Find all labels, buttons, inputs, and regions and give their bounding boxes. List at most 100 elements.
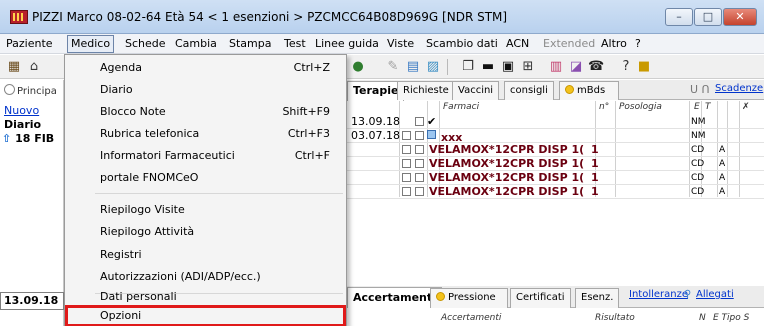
copy-icon[interactable]: ❐: [460, 59, 476, 75]
tab-pressione-label: Pressione: [448, 292, 496, 303]
menu-item-portale-fnomceo[interactable]: portale FNOMCeO: [65, 167, 346, 189]
notes-icon[interactable]: ◪: [568, 59, 584, 75]
menu-item-label: Informatori Farmaceutici: [100, 149, 235, 162]
menu-extended[interactable]: Extended: [540, 36, 598, 52]
menu-altro[interactable]: Altro: [598, 36, 630, 52]
phone-icon[interactable]: ☎: [588, 59, 604, 75]
date-entry-label: 18 FIB: [15, 132, 55, 145]
printer-icon[interactable]: ▣: [500, 59, 516, 75]
menu-item-blocco-note[interactable]: Blocco Note Shift+F9: [65, 101, 346, 123]
bank-icon[interactable]: ⌂: [26, 59, 42, 75]
tab-certificati[interactable]: Certificati: [510, 288, 571, 308]
money-bag-icon[interactable]: ●: [350, 59, 366, 75]
table-row[interactable]: VELAMOX*12CPR DISP 1( 1 CD A: [347, 157, 764, 171]
menu-item-riepilogo-attivita[interactable]: Riepilogo Attività: [65, 221, 346, 243]
menu-linee-guida[interactable]: Linee guida: [312, 36, 382, 52]
table-row[interactable]: VELAMOX*12CPR DISP 1( 1 CD A: [347, 143, 764, 157]
row-checkbox[interactable]: [415, 117, 424, 126]
table-row[interactable]: 03.07.18 xxx NM: [347, 129, 764, 144]
nuovo-link[interactable]: Nuovo: [4, 104, 39, 117]
tab-terapie[interactable]: Terapie: [347, 81, 405, 101]
table-row[interactable]: 13.09.18 ✔ NM: [347, 115, 764, 129]
menu-viste[interactable]: Viste: [384, 36, 417, 52]
menu-item-label: Diario: [100, 83, 133, 96]
exam-grid-header: Accertamenti Risultato N E Tipo S: [347, 312, 764, 326]
header-risultato: Risultato: [595, 313, 635, 323]
left-panel: Principa Nuovo Diario ⇧ 18 FIB 13.09.18: [0, 80, 64, 326]
menu-item-opzioni[interactable]: Opzioni: [65, 305, 346, 326]
network-icon[interactable]: ⊞: [520, 59, 536, 75]
tab-mbds[interactable]: mBds: [559, 81, 619, 100]
row-checkbox[interactable]: [415, 159, 424, 168]
row-checkbox[interactable]: [415, 173, 424, 182]
tab-esenz[interactable]: Esenz.: [575, 288, 620, 308]
scadenze-link[interactable]: Scadenze: [715, 83, 763, 94]
row-checkbox[interactable]: [402, 131, 411, 140]
row-code: NM: [691, 117, 706, 127]
date-entry[interactable]: ⇧ 18 FIB: [2, 132, 54, 145]
menu-item-label: Riepilogo Attività: [100, 225, 195, 238]
date-field[interactable]: 13.09.18: [0, 292, 64, 310]
menu-item-rubrica-telefonica[interactable]: Rubrica telefonica Ctrl+F3: [65, 123, 346, 145]
row-checkbox[interactable]: [415, 187, 424, 196]
allegati-link[interactable]: Allegati: [696, 289, 734, 300]
menu-item-label: Agenda: [100, 61, 142, 74]
tab-consigli[interactable]: consigli: [504, 81, 554, 100]
menu-help[interactable]: ?: [632, 36, 644, 52]
close-button[interactable]: ✕: [723, 8, 757, 26]
table-row[interactable]: VELAMOX*12CPR DISP 1( 1 CD A: [347, 185, 764, 199]
menu-test[interactable]: Test: [281, 36, 309, 52]
tab-pressione[interactable]: Pressione: [430, 288, 508, 308]
therapy-tabs: Terapie Richieste Vaccini consigli mBds …: [347, 80, 764, 101]
intolleranze-link[interactable]: Intolleranze: [629, 289, 688, 300]
title-bar: PIZZI Marco 08-02-64 Età 54 < 1 esenzion…: [0, 0, 764, 34]
menu-paziente[interactable]: Paziente: [3, 36, 56, 52]
menu-cambia[interactable]: Cambia: [172, 36, 220, 52]
image-icon[interactable]: ▨: [425, 59, 441, 75]
pen-icon[interactable]: ✎: [385, 59, 401, 75]
table-row[interactable]: VELAMOX*12CPR DISP 1( 1 CD A: [347, 171, 764, 185]
row-checkbox[interactable]: [402, 145, 411, 154]
menu-stampa[interactable]: Stampa: [226, 36, 274, 52]
menu-medico[interactable]: Medico: [67, 35, 115, 53]
window-title: PIZZI Marco 08-02-64 Età 54 < 1 esenzion…: [32, 10, 508, 24]
minimize-button[interactable]: –: [665, 8, 693, 26]
row-checkbox[interactable]: [402, 187, 411, 196]
menu-item-diario[interactable]: Diario: [65, 79, 346, 101]
row-checkbox[interactable]: [415, 131, 424, 140]
principale-radio[interactable]: Principa: [4, 84, 57, 97]
maximize-button[interactable]: □: [694, 8, 722, 26]
row-date: 03.07.18: [351, 129, 400, 142]
menu-item-label: portale FNOMCeO: [100, 171, 199, 184]
folder-icon[interactable]: ■: [636, 59, 652, 75]
help-icon[interactable]: ?: [618, 59, 634, 75]
header-e: E: [694, 102, 700, 112]
chart-icon[interactable]: ▥: [548, 59, 564, 75]
row-checkbox[interactable]: [415, 145, 424, 154]
app-logo-icon: [10, 10, 28, 24]
menu-item-riepilogo-visite[interactable]: Riepilogo Visite: [65, 199, 346, 221]
menu-item-shortcut: Shift+F9: [282, 105, 330, 118]
table-icon[interactable]: ▤: [405, 59, 421, 75]
menu-item-agenda[interactable]: Agenda Ctrl+Z: [65, 57, 346, 79]
calculator-icon[interactable]: ▦: [6, 59, 22, 75]
header-t: T: [705, 102, 711, 112]
menu-acn[interactable]: ACN: [503, 36, 532, 52]
header-posologia: Posologia: [619, 102, 662, 112]
menu-item-informatori-farmaceutici[interactable]: Informatori Farmaceutici Ctrl+F: [65, 145, 346, 167]
row-checkbox[interactable]: [402, 159, 411, 168]
tab-accertamenti[interactable]: Accertamenti: [347, 287, 442, 308]
menu-scambio-dati[interactable]: Scambio dati: [423, 36, 501, 52]
row-checkbox-selected[interactable]: [427, 130, 436, 139]
row-checkbox[interactable]: [402, 173, 411, 182]
yellow-dot-icon: [436, 292, 445, 301]
menu-item-registri[interactable]: Registri: [65, 244, 346, 266]
car-icon[interactable]: ▬: [480, 59, 496, 75]
expand-collapse-icon[interactable]: ᑌ ᑎ: [690, 83, 710, 96]
menu-item-label: Autorizzazioni (ADI/ADP/ecc.): [100, 270, 261, 283]
tab-richieste[interactable]: Richieste: [397, 81, 455, 100]
tab-vaccini[interactable]: Vaccini: [452, 81, 500, 100]
menu-item-autorizzazioni[interactable]: Autorizzazioni (ADI/ADP/ecc.): [65, 266, 346, 288]
medico-dropdown-menu: Agenda Ctrl+Z Diario Blocco Note Shift+F…: [64, 54, 347, 326]
menu-schede[interactable]: Schede: [122, 36, 169, 52]
